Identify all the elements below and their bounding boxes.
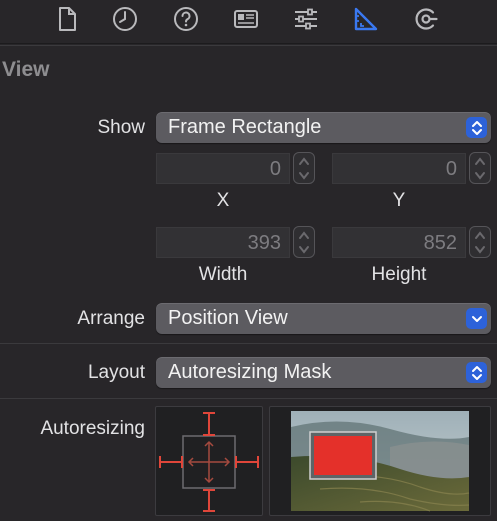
y-value: 0 bbox=[445, 158, 457, 180]
stepper-down-icon bbox=[299, 246, 309, 254]
toolbar-divider bbox=[0, 45, 497, 46]
y-label: Y bbox=[392, 190, 406, 211]
show-popup[interactable]: Frame Rectangle bbox=[156, 112, 491, 143]
identity-inspector-icon[interactable] bbox=[232, 5, 260, 33]
height-field[interactable]: 852 bbox=[332, 227, 466, 258]
stepper-up-icon bbox=[475, 231, 485, 239]
attributes-icon[interactable] bbox=[292, 5, 320, 33]
divider bbox=[0, 343, 497, 344]
x-field[interactable]: 0 bbox=[156, 153, 290, 184]
width-stepper[interactable] bbox=[293, 226, 315, 258]
chevron-updown-icon bbox=[466, 362, 487, 383]
flexible-size-arrows[interactable] bbox=[187, 440, 231, 484]
autoresizing-mask-control[interactable] bbox=[155, 406, 263, 516]
stepper-up-icon bbox=[299, 157, 309, 165]
width-field[interactable]: 393 bbox=[156, 227, 290, 258]
top-strut[interactable] bbox=[203, 412, 215, 436]
height-stepper[interactable] bbox=[469, 226, 491, 258]
stepper-down-icon bbox=[475, 172, 485, 180]
width-label: Width bbox=[198, 264, 248, 285]
x-value: 0 bbox=[269, 158, 281, 180]
landscape-preview-image bbox=[291, 411, 470, 512]
show-popup-value: Frame Rectangle bbox=[168, 116, 322, 138]
y-field[interactable]: 0 bbox=[332, 153, 466, 184]
bottom-strut[interactable] bbox=[203, 489, 215, 512]
height-label: Height bbox=[371, 264, 427, 285]
autoresizing-label: Autoresizing bbox=[40, 418, 145, 439]
arrange-popup[interactable]: Position View bbox=[156, 303, 491, 334]
arrange-popup-value: Position View bbox=[168, 307, 288, 329]
chevron-updown-icon bbox=[466, 117, 487, 138]
file-icon[interactable] bbox=[53, 5, 81, 33]
inspector-toolbar bbox=[0, 0, 497, 44]
y-stepper[interactable] bbox=[469, 152, 491, 184]
help-icon[interactable] bbox=[172, 5, 200, 33]
layout-label: Layout bbox=[87, 362, 145, 383]
x-label: X bbox=[216, 190, 230, 211]
x-stepper[interactable] bbox=[293, 152, 315, 184]
height-value: 852 bbox=[423, 232, 457, 254]
stepper-down-icon bbox=[475, 246, 485, 254]
show-label: Show bbox=[97, 117, 145, 138]
width-value: 393 bbox=[247, 232, 281, 254]
layout-popup-value: Autoresizing Mask bbox=[168, 361, 332, 383]
stepper-up-icon bbox=[299, 231, 309, 239]
section-title: View bbox=[2, 58, 50, 81]
right-strut[interactable] bbox=[235, 456, 259, 468]
stepper-down-icon bbox=[299, 172, 309, 180]
divider bbox=[0, 398, 497, 399]
arrange-label: Arrange bbox=[77, 308, 145, 329]
size-inspector-icon[interactable] bbox=[352, 5, 380, 33]
connections-icon[interactable] bbox=[412, 5, 440, 33]
chevron-down-icon bbox=[466, 308, 487, 329]
layout-popup[interactable]: Autoresizing Mask bbox=[156, 357, 491, 388]
history-icon[interactable] bbox=[111, 5, 139, 33]
stepper-up-icon bbox=[475, 157, 485, 165]
autoresizing-preview bbox=[269, 406, 491, 516]
left-strut[interactable] bbox=[159, 456, 183, 468]
